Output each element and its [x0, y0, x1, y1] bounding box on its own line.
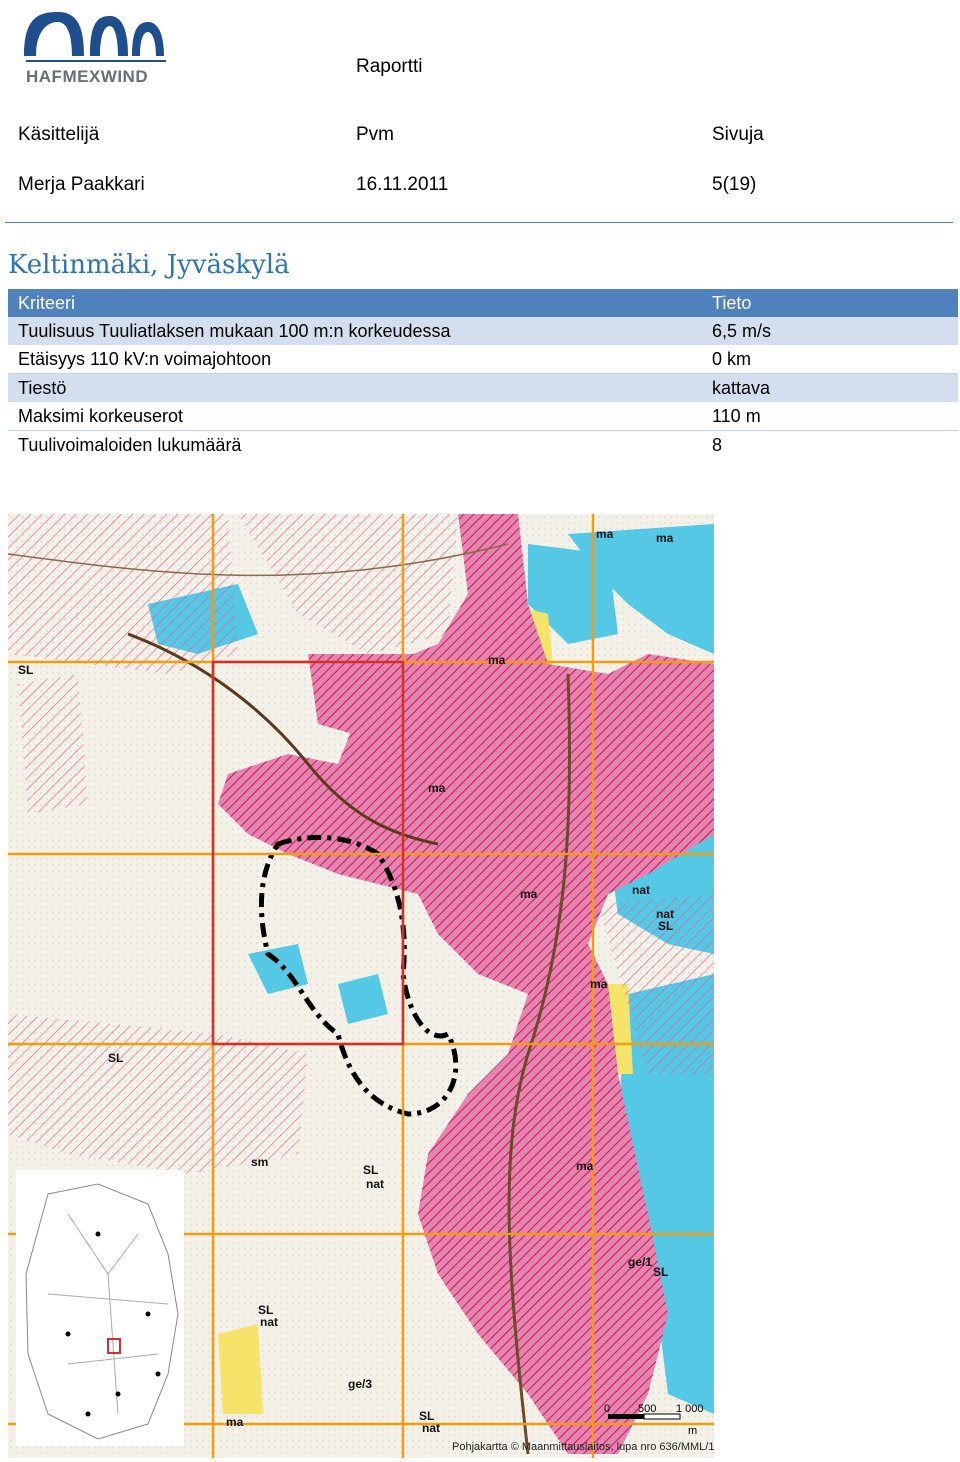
- map-label: SL: [653, 1265, 668, 1279]
- map-label: ma: [520, 887, 538, 901]
- table-row: Maksimi korkeuserot 110 m: [8, 402, 958, 431]
- map-label: ma: [226, 1415, 244, 1429]
- table-row: Etäisyys 110 kV:n voimajohtoon 0 km: [8, 345, 958, 374]
- criterion-cell: Tuulivoimaloiden lukumäärä: [18, 435, 242, 455]
- map-label: ge/3: [348, 1377, 372, 1391]
- criteria-table: Kriteeri Tieto Tuulisuus Tuuliatlaksen m…: [8, 289, 958, 459]
- map-label: nat: [632, 883, 650, 897]
- table-row: Tiestö kattava: [8, 373, 958, 402]
- hafmexwind-logo: HAFMEXWIND: [24, 12, 166, 86]
- map-label: nat: [260, 1315, 278, 1329]
- header-divider: [5, 222, 953, 223]
- section-title: Keltinmäki, Jyväskylä: [8, 250, 290, 280]
- criterion-cell: Tiestö: [8, 373, 704, 402]
- map-label: ma: [590, 977, 608, 991]
- planning-area: [18, 674, 88, 814]
- report-label: Raportti: [356, 56, 423, 77]
- date-label: Pvm: [356, 124, 394, 145]
- info-cell: 0 km: [704, 345, 958, 374]
- table-row: Tuulivoimaloiden lukumäärä 8: [8, 431, 958, 460]
- scale-unit: m: [688, 1425, 697, 1437]
- column-header-info: Tieto: [704, 289, 958, 317]
- handler-value: Merja Paakkari: [18, 174, 145, 195]
- criterion-cell: Tuulisuus Tuuliatlaksen mukaan 100 m:n k…: [8, 317, 704, 345]
- scale-mid: 500: [638, 1403, 656, 1415]
- map-label: SL: [258, 1303, 273, 1317]
- info-cell: 8: [712, 435, 723, 455]
- map-label: ma: [576, 1159, 594, 1173]
- map-label: sm: [251, 1155, 268, 1169]
- overview-inset-map: [16, 1170, 184, 1446]
- date-value: 16.11.2011: [356, 174, 449, 195]
- criterion-cell: Etäisyys 110 kV:n voimajohtoon: [8, 345, 704, 374]
- field-area: [218, 1324, 263, 1414]
- site-map: SL SL SL SL SL nat nat SL SL nat sm ge/1…: [8, 514, 714, 1458]
- map-credit: Pohjakartta © Maanmittauslaitos, lupa nr…: [452, 1441, 714, 1453]
- column-header-criterion: Kriteeri: [8, 289, 704, 317]
- map-label: ge/1: [628, 1255, 652, 1269]
- pages-label: Sivuja: [712, 124, 764, 145]
- map-label: ma: [596, 527, 614, 541]
- map-label: SL: [363, 1163, 378, 1177]
- info-cell: 6,5 m/s: [704, 317, 958, 345]
- handler-label: Käsittelijä: [18, 124, 100, 145]
- map-label: ma: [656, 531, 674, 545]
- info-cell: 110 m: [704, 402, 958, 431]
- map-label: nat: [422, 1421, 440, 1435]
- logo-text: HAFMEXWIND: [26, 67, 148, 86]
- table-header-row: Kriteeri Tieto: [8, 289, 958, 317]
- scale-end: 1 000: [676, 1403, 704, 1415]
- map-label: SL: [658, 919, 673, 933]
- map-label: ma: [488, 653, 506, 667]
- criterion-cell: Maksimi korkeuserot: [8, 402, 704, 431]
- table-row: Tuulisuus Tuuliatlaksen mukaan 100 m:n k…: [8, 317, 958, 345]
- scale-zero: 0: [604, 1403, 610, 1415]
- map-label: nat: [366, 1177, 384, 1191]
- map-label: ma: [428, 781, 446, 795]
- info-cell: kattava: [704, 373, 958, 402]
- planning-area: [8, 514, 238, 674]
- map-label: SL: [108, 1051, 123, 1065]
- map-label: SL: [18, 663, 33, 677]
- pages-value: 5(19): [712, 174, 757, 195]
